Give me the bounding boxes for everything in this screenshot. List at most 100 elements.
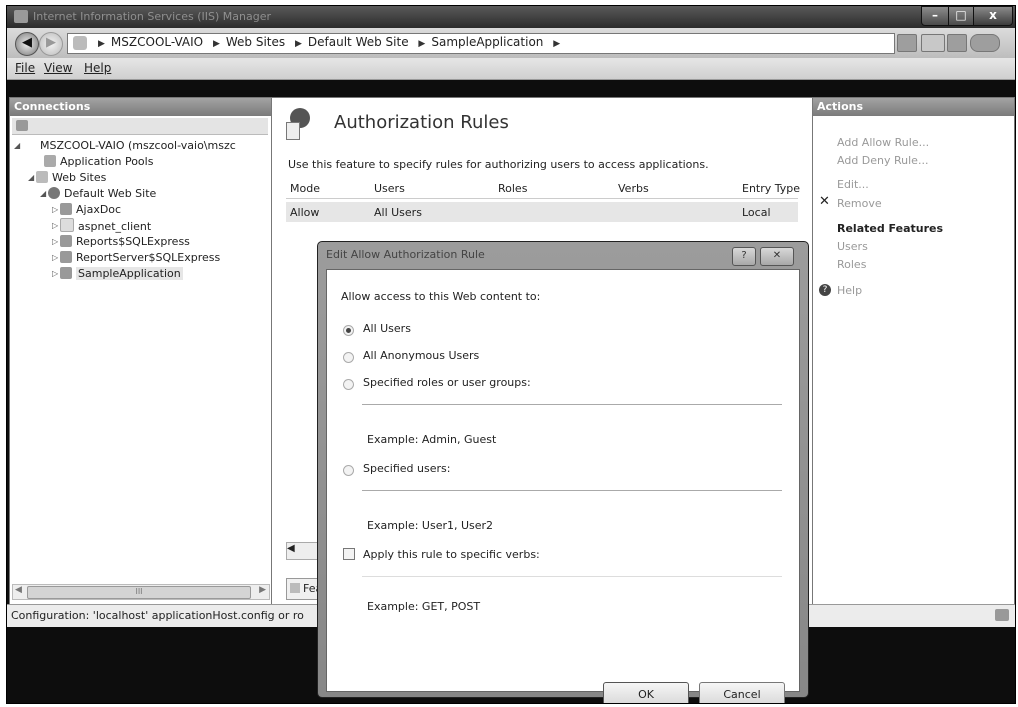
authorization-rules-icon [286, 108, 316, 140]
iis-app-icon [14, 10, 28, 23]
remove-icon: ✕ [819, 194, 830, 209]
roles-example: Example: Admin, Guest [367, 433, 497, 446]
feature-description: Use this feature to specify rules for au… [288, 158, 709, 171]
home-icon[interactable] [947, 34, 967, 52]
actions-pane: Actions Add Allow Rule... Add Deny Rule.… [812, 97, 1015, 605]
folder-icon [60, 218, 74, 232]
dialog-title: Edit Allow Authorization Rule [326, 248, 485, 261]
add-deny-rule-link[interactable]: Add Deny Rule... [837, 154, 928, 167]
address-bar[interactable]: ▶ MSZCOOL-VAIO ▶ Web Sites ▶ Default Web Si… [67, 33, 895, 54]
help-icon[interactable] [970, 34, 1000, 52]
tree-item-server[interactable]: ◢ MSZCOOL-VAIO (mszcool-vaio\mszc [14, 138, 236, 154]
status-text: Configuration: 'localhost' applicationHo… [11, 609, 304, 622]
label-anonymous-users[interactable]: All Anonymous Users [363, 349, 479, 362]
feature-hscroll[interactable]: ◀ [286, 542, 318, 560]
crumb-default-web-site[interactable]: Default Web Site [308, 35, 409, 49]
related-features-heading: Related Features [837, 222, 944, 235]
connections-pane: Connections ◢ MSZCOOL-VAIO (mszcool-vaio\… [9, 97, 273, 605]
row-mode: Allow [290, 206, 320, 219]
navigation-bar: ◀ ▶ ▶ MSZCOOL-VAIO ▶ Web Sites ▶ Default We… [7, 28, 1015, 58]
roles-link[interactable]: Roles [837, 258, 866, 271]
edit-allow-rule-dialog: Edit Allow Authorization Rule ? ✕ Allow … [317, 241, 809, 703]
title-bar: Internet Information Services (IIS) Mana… [7, 6, 1015, 28]
rules-table-header [286, 178, 798, 199]
connections-hscrollbar[interactable]: ◀ III ▶ [12, 584, 270, 600]
tree-item-default-web-site[interactable]: ◢ Default Web Site [40, 186, 156, 202]
features-view-icon [290, 583, 300, 593]
close-button[interactable]: x [973, 6, 1013, 26]
menu-view[interactable]: View [44, 61, 72, 75]
col-entry-type[interactable]: Entry Type [742, 182, 800, 195]
col-roles[interactable]: Roles [498, 182, 527, 195]
row-users: All Users [374, 206, 422, 219]
tree-item-web-sites[interactable]: ◢ Web Sites [28, 170, 106, 186]
crumb-web-sites[interactable]: Web Sites [226, 35, 285, 49]
forward-button[interactable]: ▶ [39, 32, 63, 56]
verbs-input[interactable] [362, 556, 782, 577]
server-node-icon [24, 139, 36, 151]
cancel-button[interactable]: Cancel [699, 682, 785, 703]
page-icon [73, 36, 87, 50]
radio-all-users[interactable] [343, 325, 354, 336]
dialog-prompt: Allow access to this Web content to: [341, 290, 541, 303]
window-title: Internet Information Services (IIS) Mana… [33, 10, 271, 23]
col-users[interactable]: Users [374, 182, 405, 195]
globe-icon [48, 187, 60, 199]
application-icon [60, 203, 72, 215]
breadcrumb: ▶ MSZCOOL-VAIO ▶ Web Sites ▶ Default Web Si… [98, 35, 561, 49]
users-example: Example: User1, User2 [367, 519, 494, 532]
label-all-users[interactable]: All Users [363, 322, 411, 335]
dialog-body: Allow access to this Web content to: All… [326, 269, 800, 703]
help-link[interactable]: Help [837, 284, 862, 297]
web-sites-icon [36, 171, 48, 183]
radio-anonymous-users[interactable] [343, 352, 354, 363]
remove-link[interactable]: Remove [837, 197, 882, 210]
crumb-sample-application[interactable]: SampleApplication [431, 35, 543, 49]
scroll-left-arrow[interactable]: ◀ [15, 585, 22, 595]
verbs-checkbox[interactable] [343, 548, 355, 560]
tree-item-sampleapplication[interactable]: ▷ SampleApplication [52, 266, 183, 282]
radio-specified-roles[interactable] [343, 379, 354, 390]
scroll-thumb[interactable]: III [27, 586, 251, 599]
iis-manager-window: Internet Information Services (IIS) Mana… [6, 5, 1016, 704]
back-button[interactable]: ◀ [15, 32, 39, 56]
server-icon[interactable] [897, 34, 917, 52]
table-row[interactable] [286, 202, 798, 222]
radio-specified-users[interactable] [343, 465, 354, 476]
dialog-close-button[interactable]: ✕ [760, 247, 794, 266]
maximize-button[interactable]: □ [948, 6, 974, 26]
application-icon [60, 251, 72, 263]
minimize-button[interactable]: – [921, 6, 949, 26]
row-entry-type: Local [742, 206, 771, 219]
crumb-server[interactable]: MSZCOOL-VAIO [111, 35, 203, 49]
application-icon [60, 267, 72, 279]
help-circle-icon: ? [819, 284, 831, 296]
connections-header: Connections [10, 98, 272, 116]
users-link[interactable]: Users [837, 240, 868, 253]
edit-link[interactable]: Edit... [837, 178, 869, 191]
menu-bar: File View Help [7, 58, 1015, 80]
tree-item-application-pools[interactable]: Application Pools [44, 154, 153, 170]
tree-item-reportserver[interactable]: ▷ ReportServer$SQLExpress [52, 250, 220, 266]
tree-item-aspnet-client[interactable]: ▷ aspnet_client [52, 218, 151, 234]
menu-file[interactable]: File [15, 61, 35, 75]
actions-header: Actions [813, 98, 1014, 116]
col-verbs[interactable]: Verbs [618, 182, 649, 195]
new-connection-icon[interactable] [16, 120, 28, 131]
stop-icon[interactable] [921, 34, 945, 52]
users-input[interactable] [362, 470, 782, 491]
menu-help[interactable]: Help [84, 61, 111, 75]
page-title: Authorization Rules [334, 112, 509, 133]
dialog-help-button[interactable]: ? [732, 247, 756, 266]
add-allow-rule-link[interactable]: Add Allow Rule... [837, 136, 929, 149]
application-icon [60, 235, 72, 247]
col-mode[interactable]: Mode [290, 182, 320, 195]
network-status-icon [995, 609, 1009, 621]
tree-item-reports[interactable]: ▷ Reports$SQLExpress [52, 234, 190, 250]
scroll-right-arrow[interactable]: ▶ [259, 585, 266, 595]
roles-input[interactable] [362, 384, 782, 405]
verbs-example: Example: GET, POST [367, 600, 481, 613]
tree-item-ajaxdoc[interactable]: ▷ AjaxDoc [52, 202, 121, 218]
app-pools-icon [44, 155, 56, 167]
ok-button[interactable]: OK [603, 682, 689, 703]
